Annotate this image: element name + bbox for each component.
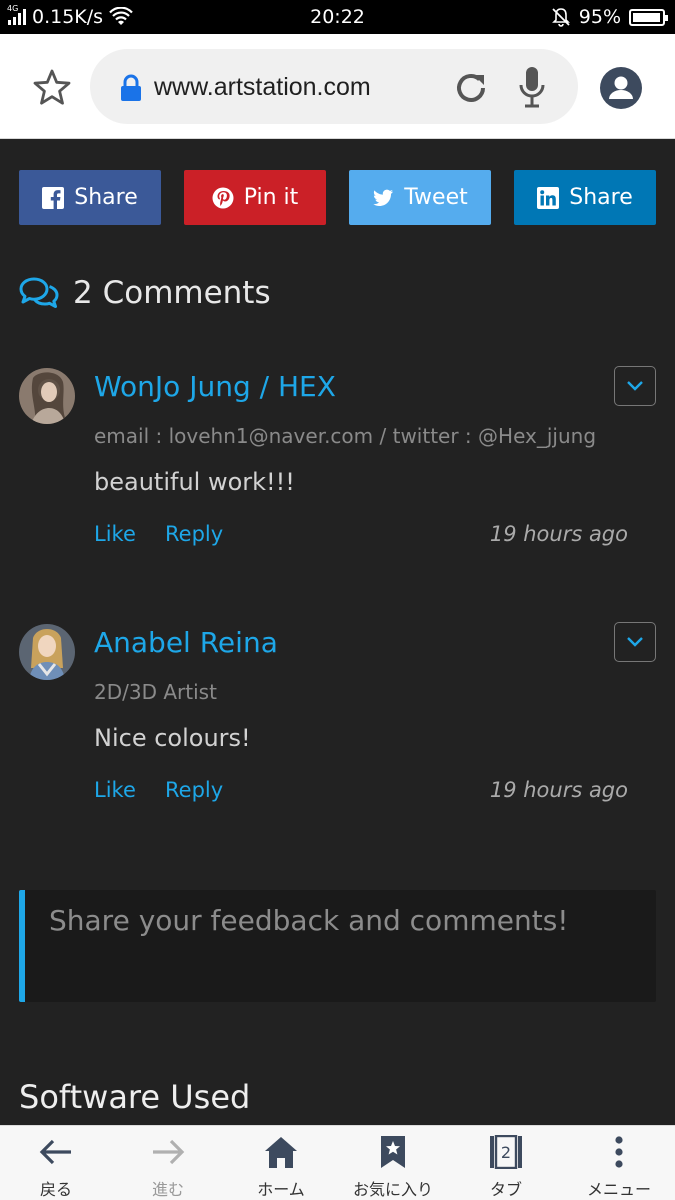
comment-author-subtitle: 2D/3D Artist: [94, 680, 217, 704]
bookmark-star-button[interactable]: [32, 68, 72, 108]
browser-toolbar: www.artstation.com: [0, 34, 675, 139]
page: 4G 0.15K/s 20:22 95% www.artstation.com …: [0, 0, 675, 1200]
microphone-icon[interactable]: [518, 65, 546, 109]
pinterest-pin-button[interactable]: Pin it: [184, 170, 326, 225]
pin-label: Pin it: [243, 185, 299, 210]
comments-count-title: 2 Comments: [73, 275, 271, 311]
nav-home-label: ホーム: [257, 1180, 305, 1199]
mute-bell-icon: [551, 8, 570, 27]
nav-back[interactable]: 戻る: [0, 1126, 112, 1200]
comment-body: beautiful work!!!: [94, 468, 295, 496]
bookmark-star-icon: [381, 1136, 405, 1168]
home-icon: [265, 1137, 297, 1168]
reply-link[interactable]: Reply: [165, 778, 223, 802]
chevron-down-icon: [627, 381, 643, 391]
chevron-down-icon: [627, 637, 643, 647]
status-right: 95%: [551, 6, 668, 28]
battery-icon: [629, 8, 668, 26]
comment-time: 19 hours ago: [489, 522, 628, 546]
status-bar: 4G 0.15K/s 20:22 95%: [0, 0, 675, 34]
twitter-tweet-button[interactable]: Tweet: [349, 170, 491, 225]
nav-forward[interactable]: 進む: [112, 1126, 224, 1200]
linkedin-share-button[interactable]: Share: [514, 170, 656, 225]
avatar[interactable]: [19, 624, 75, 680]
like-link[interactable]: Like: [94, 522, 136, 546]
reload-icon[interactable]: [452, 69, 490, 107]
feedback-placeholder: Share your feedback and comments!: [49, 904, 569, 937]
battery-fill: [633, 12, 660, 22]
software-used-title: Software Used: [19, 1078, 251, 1116]
tabs-icon: 2: [490, 1135, 522, 1169]
linkedin-share-label: Share: [569, 185, 633, 210]
like-link[interactable]: Like: [94, 778, 136, 802]
comment-author[interactable]: WonJo Jung / HEX: [94, 370, 336, 403]
comments-icon: [19, 277, 59, 308]
forward-arrow-icon: [153, 1139, 185, 1165]
tweet-label: Tweet: [404, 185, 468, 210]
share-label: Share: [74, 185, 138, 210]
lock-icon: [121, 74, 141, 101]
battery-percent: 95%: [578, 6, 621, 28]
comment-item: Anabel Reina 2D/3D Artist Nice colours! …: [0, 622, 675, 822]
nav-menu[interactable]: メニュー: [563, 1126, 675, 1200]
comments-header: 2 Comments: [19, 275, 271, 311]
facebook-icon: [42, 186, 65, 209]
nav-menu-label: メニュー: [586, 1180, 651, 1199]
comment-item: WonJo Jung / HEX email : lovehn1@naver.c…: [0, 366, 675, 566]
avatar[interactable]: [19, 368, 75, 424]
nav-back-label: 戻る: [39, 1180, 72, 1199]
share-buttons: Share Pin it Tweet Share: [19, 170, 656, 225]
linkedin-icon: [537, 186, 560, 209]
menu-dots-icon: [615, 1136, 623, 1168]
account-icon[interactable]: [600, 67, 642, 109]
comment-author-subtitle: email : lovehn1@naver.com / twitter : @H…: [94, 424, 597, 448]
nav-favorites-label: お気に入り: [352, 1180, 433, 1199]
feedback-input[interactable]: Share your feedback and comments!: [19, 890, 656, 1002]
nav-home[interactable]: ホーム: [225, 1126, 337, 1200]
tab-count: 2: [501, 1143, 511, 1162]
nav-favorites[interactable]: お気に入り: [337, 1126, 449, 1200]
comment-options-button[interactable]: [614, 622, 656, 662]
back-arrow-icon: [39, 1139, 71, 1165]
reply-link[interactable]: Reply: [165, 522, 223, 546]
comment-author[interactable]: Anabel Reina: [94, 626, 278, 659]
pinterest-icon: [212, 187, 234, 208]
comment-options-button[interactable]: [614, 366, 656, 406]
address-bar[interactable]: www.artstation.com: [90, 49, 578, 124]
nav-tabs[interactable]: 2 タブ: [450, 1126, 562, 1200]
comment-time: 19 hours ago: [489, 778, 628, 802]
bottom-nav: 戻る 進む ホーム お気に入り 2 タブ メニュー: [0, 1125, 675, 1200]
nav-forward-label: 進む: [151, 1180, 184, 1199]
facebook-share-button[interactable]: Share: [19, 170, 161, 225]
nav-tabs-label: タブ: [489, 1180, 522, 1199]
twitter-icon: [373, 189, 394, 206]
url-text: www.artstation.com: [154, 73, 371, 101]
comment-body: Nice colours!: [94, 724, 251, 752]
